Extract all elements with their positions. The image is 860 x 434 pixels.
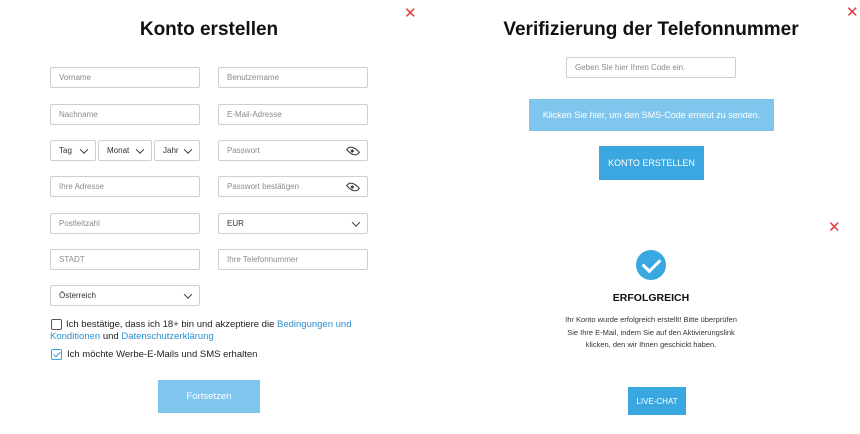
email-placeholder: E-Mail-Adresse — [227, 110, 282, 119]
success-message: Ihr Konto wurde erfolgreich erstellt! Bi… — [565, 315, 737, 349]
phone-placeholder: Ihre Telefonnummer — [227, 255, 298, 264]
currency-select[interactable]: EUR — [218, 213, 368, 234]
first-name-input[interactable]: Vorname — [50, 67, 200, 88]
username-placeholder: Benutzername — [227, 73, 280, 82]
last-name-placeholder: Nachname — [59, 110, 98, 119]
chevron-down-icon — [135, 144, 145, 154]
year-select-value: Jahr — [163, 146, 179, 155]
terms-middle: und — [100, 331, 122, 342]
phone-input[interactable]: Ihre Telefonnummer — [218, 249, 368, 270]
terms-prefix: Ich bestätige, dass ich 18+ bin und akze… — [66, 319, 277, 330]
chevron-down-icon — [183, 144, 193, 154]
terms-label: Ich bestätige, dass ich 18+ bin und akze… — [50, 319, 380, 343]
last-name-input[interactable]: Nachname — [50, 104, 200, 125]
marketing-label: Ich möchte Werbe-E-Mails und SMS erhalte… — [67, 349, 258, 360]
address-placeholder: Ihre Adresse — [59, 182, 104, 191]
day-select[interactable]: Tag — [50, 140, 96, 161]
chevron-down-icon — [79, 144, 89, 154]
success-heading: ERFOLGREICH — [612, 292, 690, 304]
eye-icon[interactable] — [345, 143, 361, 158]
chevron-down-icon — [183, 289, 193, 299]
address-input[interactable]: Ihre Adresse — [50, 176, 200, 197]
currency-select-value: EUR — [227, 219, 244, 228]
close-icon[interactable]: ✕ — [846, 5, 859, 20]
postal-code-input[interactable]: Postleitzahl — [50, 213, 200, 234]
verification-title: Verifizierung der Telefonnummer — [503, 19, 799, 40]
password-input[interactable]: Passwort — [218, 140, 368, 161]
password-confirm-input[interactable]: Passwort bestätigen — [218, 176, 368, 197]
create-account-button[interactable]: KONTO ERSTELLEN — [599, 146, 704, 180]
close-icon[interactable]: ✕ — [828, 220, 841, 235]
password-confirm-placeholder: Passwort bestätigen — [227, 182, 300, 191]
chevron-down-icon — [351, 217, 361, 227]
username-input[interactable]: Benutzername — [218, 67, 368, 88]
page-title: Konto erstellen — [139, 19, 279, 40]
close-icon[interactable]: ✕ — [404, 6, 417, 21]
password-placeholder: Passwort — [227, 146, 260, 155]
live-chat-button[interactable]: LIVE-CHAT — [628, 387, 686, 415]
month-select-value: Monat — [107, 146, 130, 155]
postal-code-placeholder: Postleitzahl — [59, 219, 100, 228]
year-select[interactable]: Jahr — [154, 140, 200, 161]
continue-button[interactable]: Fortsetzen — [158, 380, 260, 413]
sms-code-placeholder: Geben Sie hier Ihren Code ein. — [575, 63, 686, 72]
sms-code-input[interactable]: Geben Sie hier Ihren Code ein. — [566, 57, 736, 78]
first-name-placeholder: Vorname — [59, 73, 92, 82]
day-select-value: Tag — [59, 146, 72, 155]
country-select[interactable]: Österreich — [50, 285, 200, 306]
email-input[interactable]: E-Mail-Adresse — [218, 104, 368, 125]
marketing-checkbox[interactable] — [51, 349, 62, 360]
resend-sms-button[interactable]: Klicken Sie hier, um den SMS-Code erneut… — [529, 99, 774, 131]
check-circle-icon — [636, 250, 666, 280]
country-select-value: Österreich — [59, 291, 96, 300]
month-select[interactable]: Monat — [98, 140, 152, 161]
city-input[interactable]: STADT — [50, 249, 200, 270]
eye-icon[interactable] — [345, 179, 361, 194]
city-placeholder: STADT — [59, 255, 85, 264]
privacy-link[interactable]: Datenschutzerklärung — [121, 331, 213, 342]
